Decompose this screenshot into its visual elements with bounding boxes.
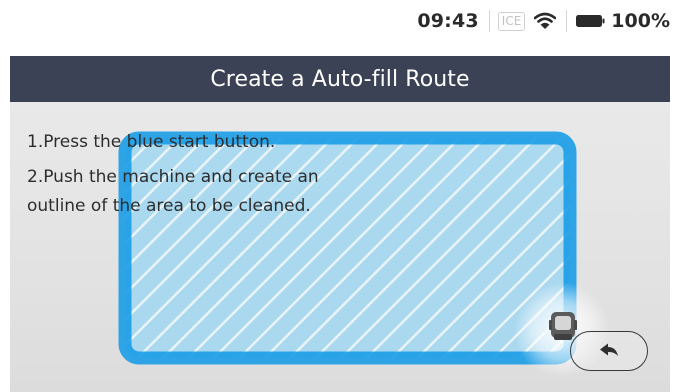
instructions: 1.Press the blue start button. 2.Push th…: [27, 128, 357, 227]
instruction-step-2: 2.Push the machine and create an outline…: [27, 167, 319, 216]
undo-arrow-icon: [600, 343, 618, 356]
route-canvas: 1.Press the blue start button. 2.Push th…: [10, 102, 670, 392]
back-button[interactable]: [570, 331, 648, 371]
clock: 09:43: [417, 10, 479, 32]
status-indicators: 09:43 ICE 100%: [417, 8, 670, 34]
title-bar: Create a Auto-fill Route: [10, 56, 670, 102]
wifi-icon: [534, 12, 557, 30]
page-title: Create a Auto-fill Route: [210, 66, 470, 92]
status-divider: [488, 10, 490, 32]
cleaning-machine-icon: [549, 312, 577, 340]
instruction-step-1: 1.Press the blue start button.: [27, 132, 276, 152]
status-divider: [566, 10, 568, 32]
battery-icon: [575, 13, 605, 29]
battery-percent: 100%: [611, 10, 670, 32]
status-bar: 09:43 ICE 100%: [0, 0, 680, 40]
carrier-badge: ICE: [497, 11, 526, 31]
